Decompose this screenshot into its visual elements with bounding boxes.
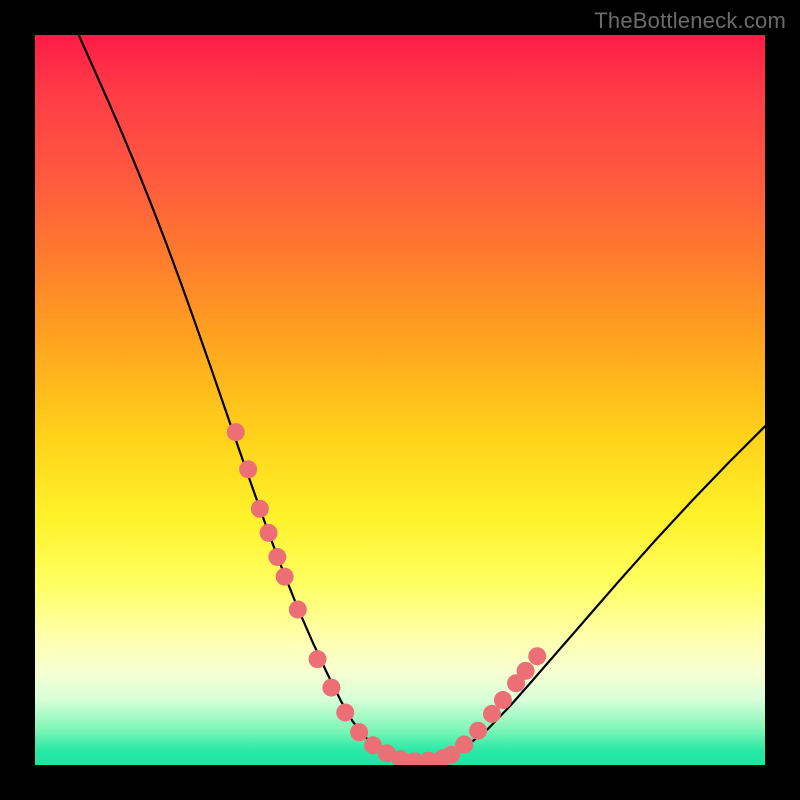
highlight-dot xyxy=(494,691,512,709)
highlight-dot xyxy=(350,723,368,741)
highlight-dot xyxy=(276,568,294,586)
highlight-dot xyxy=(528,647,546,665)
highlight-dot xyxy=(227,423,245,441)
plot-area xyxy=(35,35,765,765)
highlight-dot xyxy=(260,524,278,542)
highlight-dot xyxy=(251,500,269,518)
highlight-dot xyxy=(322,679,340,697)
chart-frame: TheBottleneck.com xyxy=(0,0,800,800)
highlight-dot xyxy=(239,460,257,478)
highlight-dot xyxy=(289,601,307,619)
highlight-dot xyxy=(336,703,354,721)
highlight-dot xyxy=(469,722,487,740)
highlight-dot xyxy=(455,736,473,754)
highlight-dots xyxy=(35,35,765,765)
highlight-dot xyxy=(517,662,535,680)
watermark-text: TheBottleneck.com xyxy=(594,8,786,34)
highlight-dot xyxy=(309,650,327,668)
highlight-dot xyxy=(268,548,286,566)
